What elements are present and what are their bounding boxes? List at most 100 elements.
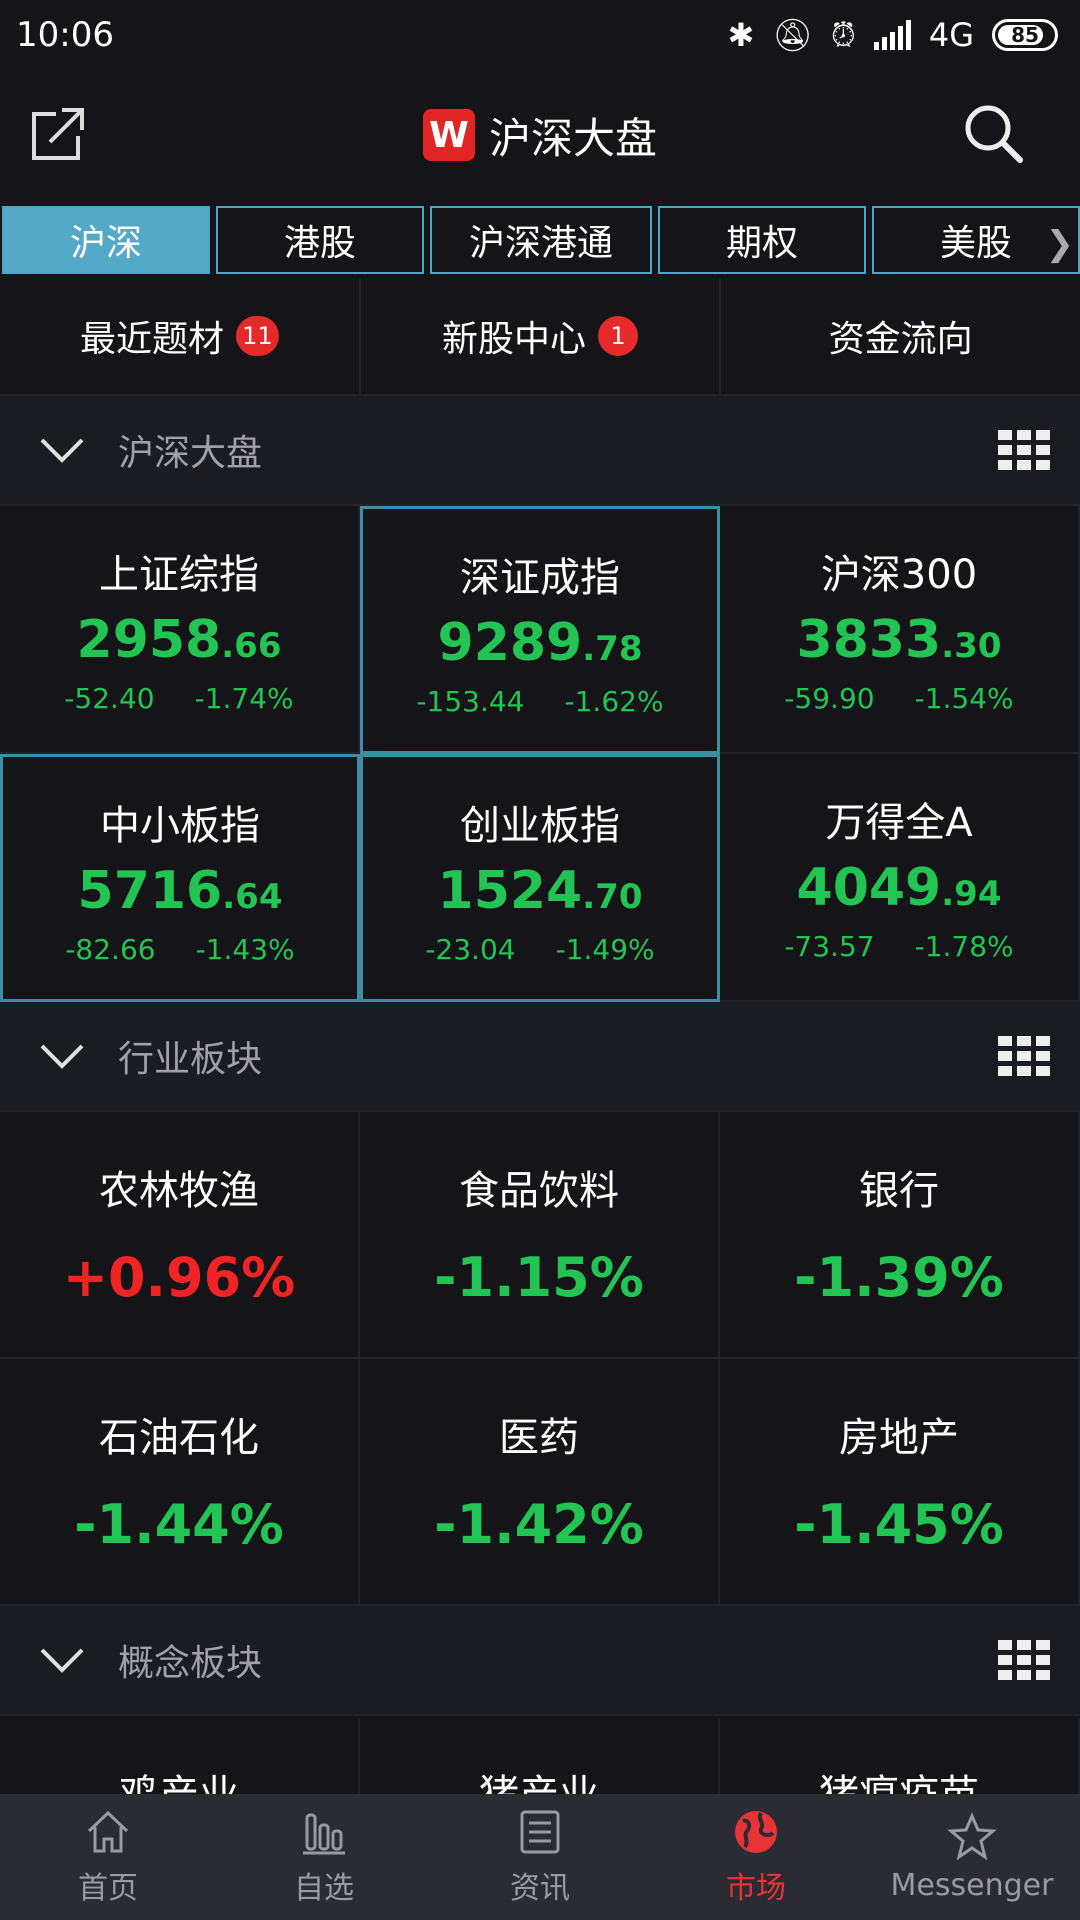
shortcut-label: 新股中心 <box>442 319 587 360</box>
sector-card[interactable]: 农林牧渔 +0.96% <box>0 1112 360 1359</box>
sector-name: 石油石化 <box>99 1415 259 1461</box>
nav-label: 资讯 <box>510 1871 570 1906</box>
concept-card[interactable]: 猪产业 <box>360 1718 720 1794</box>
index-name: 万得全A <box>825 800 973 846</box>
sector-change: -1.15% <box>434 1246 644 1309</box>
section-title: 概念板块 <box>118 1643 263 1684</box>
bell-muted-icon: 🔕︎ <box>772 16 813 54</box>
index-value: 4049.94 <box>796 858 1002 918</box>
section-title: 行业板块 <box>118 1039 263 1080</box>
sector-card[interactable]: 食品饮料 -1.15% <box>360 1112 720 1359</box>
tab-connect[interactable]: 沪深港通 <box>430 206 652 274</box>
section-header-market[interactable]: 沪深大盘 <box>0 396 1080 506</box>
battery-icon: 85 <box>992 19 1058 51</box>
index-value: 3833.30 <box>796 610 1002 670</box>
nav-home[interactable]: 首页 <box>0 1794 216 1920</box>
nav-label: 市场 <box>726 1871 786 1906</box>
brand-logo: W <box>422 109 475 161</box>
nav-news[interactable]: 资讯 <box>432 1794 648 1920</box>
index-name: 深证成指 <box>460 555 620 601</box>
news-icon <box>520 1810 560 1854</box>
index-grid: 上证综指 2958.66 -52.40 -1.74% 深证成指 9289.78 -… <box>0 506 1080 1002</box>
share-icon[interactable] <box>28 104 88 164</box>
concept-card[interactable]: 鸡产业 <box>0 1718 360 1794</box>
shortcut-ipo-center[interactable]: 新股中心 1 <box>361 278 722 394</box>
index-value: 5716.64 <box>77 861 283 921</box>
home-icon <box>87 1810 129 1853</box>
concept-card[interactable]: 猪瘟疫苗 <box>720 1718 1080 1794</box>
globe-icon <box>735 1811 777 1853</box>
nav-label: Messenger <box>890 1867 1054 1903</box>
nav-label: 首页 <box>78 1871 138 1906</box>
sector-name: 农林牧渔 <box>99 1168 259 1214</box>
nav-label: 自选 <box>294 1871 354 1906</box>
sector-card[interactable]: 医药 -1.42% <box>360 1359 720 1606</box>
sector-card[interactable]: 石油石化 -1.44% <box>0 1359 360 1606</box>
bluetooth-icon: ✱ <box>727 16 755 54</box>
sector-change: -1.42% <box>434 1493 644 1556</box>
sector-name: 食品饮料 <box>459 1168 619 1214</box>
nav-watchlist[interactable]: 自选 <box>216 1794 432 1920</box>
sector-grid: 农林牧渔 +0.96% 食品饮料 -1.15% 银行 -1.39% 石油石化 -… <box>0 1112 1080 1606</box>
section-header-industry[interactable]: 行业板块 <box>0 1002 1080 1112</box>
index-card[interactable]: 沪深300 3833.30 -59.90 -1.54% <box>720 506 1080 754</box>
index-name: 上证综指 <box>99 552 259 598</box>
sector-change: +0.96% <box>62 1246 296 1309</box>
tab-options[interactable]: 期权 <box>657 206 866 274</box>
section-header-concept[interactable]: 概念板块 <box>0 1606 1080 1716</box>
tab-scroll-right-icon[interactable]: ❯ <box>1046 224 1075 264</box>
index-change: -59.90 -1.54% <box>784 682 1014 715</box>
index-change: -153.44 -1.62% <box>416 685 664 718</box>
search-icon[interactable] <box>962 102 1024 164</box>
badge-count: 1 <box>598 316 639 356</box>
index-value: 9289.78 <box>437 613 643 673</box>
grid-view-icon[interactable] <box>998 1640 1050 1680</box>
sector-card[interactable]: 银行 -1.39% <box>720 1112 1080 1359</box>
tab-hushen[interactable]: 沪深 <box>2 206 211 274</box>
index-change: -82.66 -1.43% <box>65 933 295 966</box>
grid-view-icon[interactable] <box>998 430 1050 470</box>
network-label: 4G <box>928 16 974 54</box>
shortcut-capital-flow[interactable]: 资金流向 <box>721 278 1080 394</box>
signal-icon <box>873 20 911 50</box>
sector-change: -1.39% <box>794 1246 1004 1309</box>
sector-name: 房地产 <box>839 1415 959 1461</box>
chevron-down-icon[interactable] <box>38 1032 86 1080</box>
tab-hk[interactable]: 港股 <box>216 206 425 274</box>
badge-count: 11 <box>236 316 279 356</box>
nav-messenger[interactable]: Messenger <box>864 1794 1080 1920</box>
battery-label: 85 <box>1011 23 1039 47</box>
index-value: 2958.66 <box>76 610 282 670</box>
index-card[interactable]: 万得全A 4049.94 -73.57 -1.78% <box>720 754 1080 1002</box>
shortcut-label: 最近题材 <box>80 319 225 360</box>
sector-change: -1.45% <box>794 1493 1004 1556</box>
chevron-down-icon[interactable] <box>38 426 86 474</box>
app-header: W 沪深大盘 <box>0 70 1080 200</box>
status-bar: 10:06 ✱ 🔕︎ ⏰︎ 4G 85 <box>0 0 1080 70</box>
concept-name: 猪产业 <box>479 1762 599 1794</box>
index-card[interactable]: 深证成指 9289.78 -153.44 -1.62% <box>360 506 720 754</box>
shortcut-recent-topics[interactable]: 最近题材 11 <box>0 278 361 394</box>
concept-name: 鸡产业 <box>119 1762 239 1794</box>
chart-icon <box>303 1813 345 1855</box>
concept-name: 猪瘟疫苗 <box>819 1762 979 1794</box>
index-change: -23.04 -1.49% <box>425 933 655 966</box>
shortcut-label: 资金流向 <box>828 319 973 360</box>
grid-view-icon[interactable] <box>998 1036 1050 1076</box>
shortcut-bar: 最近题材 11 新股中心 1 资金流向 <box>0 278 1080 396</box>
chevron-down-icon[interactable] <box>38 1636 86 1684</box>
index-name: 沪深300 <box>820 552 978 598</box>
index-card[interactable]: 中小板指 5716.64 -82.66 -1.43% <box>0 754 360 1002</box>
section-title: 沪深大盘 <box>118 433 263 474</box>
index-card[interactable]: 上证综指 2958.66 -52.40 -1.74% <box>0 506 360 754</box>
nav-market[interactable]: 市场 <box>648 1794 864 1920</box>
index-name: 中小板指 <box>100 803 260 849</box>
sector-card[interactable]: 房地产 -1.45% <box>720 1359 1080 1606</box>
status-icons: ✱ 🔕︎ ⏰︎ 4G 85 <box>727 16 1058 55</box>
concept-row: 鸡产业 猪产业 猪瘟疫苗 <box>0 1718 1080 1794</box>
sector-name: 医药 <box>499 1415 579 1461</box>
title-wrap: W 沪深大盘 <box>422 105 657 166</box>
status-time: 10:06 <box>16 15 114 55</box>
index-card[interactable]: 创业板指 1524.70 -23.04 -1.49% <box>360 754 720 1002</box>
messenger-icon <box>947 1811 997 1861</box>
